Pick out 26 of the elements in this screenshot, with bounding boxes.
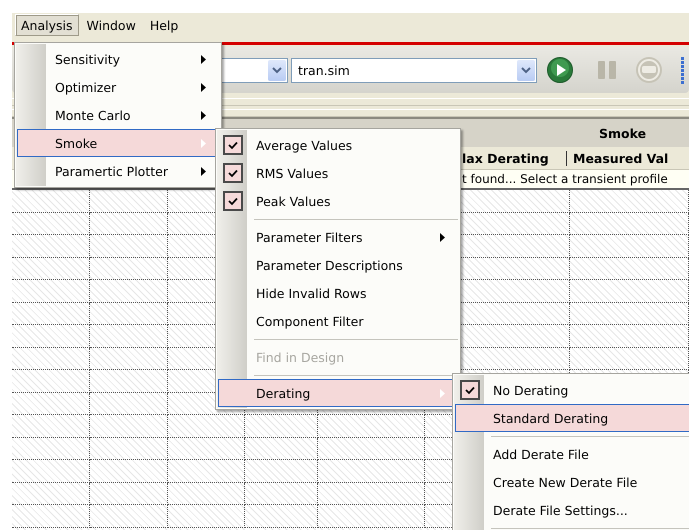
menu-item[interactable]: No Derating xyxy=(455,376,689,404)
file-dropdown[interactable]: tran.sim xyxy=(291,58,537,82)
column-header[interactable]: lax Derating xyxy=(462,150,567,166)
column-header[interactable]: Measured Val xyxy=(567,150,668,166)
play-icon[interactable] xyxy=(546,56,574,84)
menu-item[interactable]: Parameter Descriptions xyxy=(218,251,458,279)
grip-handle-icon[interactable] xyxy=(680,55,685,85)
menu-item[interactable]: Peak Values xyxy=(218,187,458,215)
column-group-header: Smoke xyxy=(599,126,646,140)
menu-item[interactable]: Derate File Settings... xyxy=(455,496,689,524)
menu-item[interactable]: Standard Derating xyxy=(455,404,689,432)
menu-bar-item[interactable]: Window xyxy=(80,14,142,36)
menu-item[interactable]: Monte Carlo xyxy=(17,101,219,129)
menu-item[interactable]: Optimizer xyxy=(17,73,219,101)
status-message: t found... Select a transient profile xyxy=(462,172,668,186)
menu-item[interactable]: Average Values xyxy=(218,131,458,159)
menu-item[interactable]: Sensitivity xyxy=(17,45,219,73)
menu-item[interactable]: RMS Values xyxy=(218,159,458,187)
menu-item[interactable]: Add Derate File xyxy=(455,440,689,468)
menu-item[interactable]: Component Filter xyxy=(218,307,458,335)
menu-item[interactable]: Paramertic Plotter xyxy=(17,157,219,185)
menu-bar-item[interactable]: Help xyxy=(144,14,184,36)
menu-item[interactable]: Parameter Filters xyxy=(218,223,458,251)
menu-item[interactable]: Create New Derate File xyxy=(455,468,689,496)
menu-bar-item[interactable]: Analysis xyxy=(15,14,79,36)
menu-item[interactable]: Hide Invalid Rows xyxy=(218,279,458,307)
